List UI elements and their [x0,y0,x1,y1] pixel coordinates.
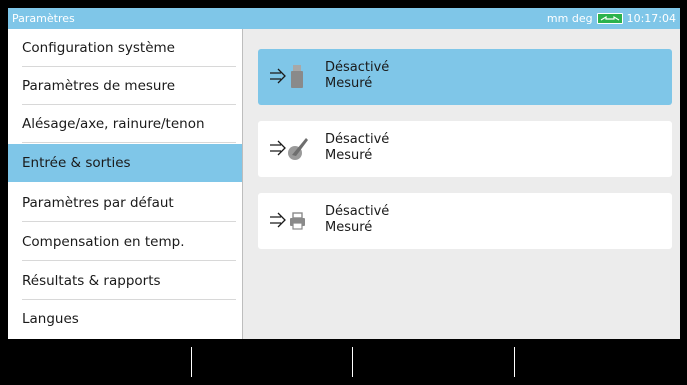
units-indicator: mm deg [546,12,593,25]
softkey-1[interactable] [8,339,191,377]
settings-menu: Configuration système Paramètres de mesu… [8,29,243,339]
card-icons [268,207,316,235]
output-arrow-icon [270,140,286,156]
card-text: Désactivé Mesuré [325,132,389,164]
output-card-printer[interactable]: Désactivé Mesuré [258,193,672,249]
sidebar-item-label: Entrée & sorties [22,155,131,171]
card-text: Désactivé Mesuré [325,60,389,92]
card-subtitle: Mesuré [325,76,373,91]
sidebar-item-label: Alésage/axe, rainure/tenon [22,116,205,132]
sidebar-item-langues[interactable]: Langues [8,300,242,338]
printer-icon [290,212,305,230]
card-icons [268,63,316,91]
output-card-usb[interactable]: Désactivé Mesuré [258,49,672,105]
card-icons [268,135,316,163]
sidebar-item-label: Configuration système [22,40,175,56]
output-arrow-icon [270,68,286,84]
sidebar-item-label: Langues [22,311,79,327]
softkey-4[interactable] [515,339,680,377]
card-status: Désactivé [325,60,390,75]
title-bar: Paramètres mm deg 10:17:04 [8,8,680,29]
usb-drive-icon [291,65,303,88]
output-card-pen[interactable]: Désactivé Mesuré [258,121,672,177]
sidebar-item-parametres-par-defaut[interactable]: Paramètres par défaut [8,184,242,222]
sidebar-item-configuration-systeme[interactable]: Configuration système [8,29,242,67]
softkey-2[interactable] [192,339,352,377]
card-text: Désactivé Mesuré [325,204,389,236]
clock: 10:17:04 [626,12,676,25]
output-arrow-icon [270,212,286,228]
sidebar-item-label: Compensation en temp. [22,234,185,250]
sidebar-item-resultats-rapports[interactable]: Résultats & rapports [8,262,242,300]
sidebar-item-label: Paramètres par défaut [22,195,174,211]
battery-icon [596,13,623,24]
sidebar-item-entree-sorties[interactable]: Entrée & sorties [8,144,242,182]
softkey-3[interactable] [353,339,514,377]
device-screen: Paramètres mm deg 10:17:04 Configuration… [8,8,680,377]
screen-title: Paramètres [12,12,75,25]
softkey-bar [8,339,680,377]
card-status: Désactivé [325,132,390,147]
sidebar-item-label: Résultats & rapports [22,273,161,289]
card-subtitle: Mesuré [325,148,373,163]
sidebar-item-compensation-temp[interactable]: Compensation en temp. [8,223,242,261]
output-panel: Désactivé Mesuré Désactivé Mesuré Désact… [243,29,680,339]
status-area: mm deg 10:17:04 [547,12,676,25]
card-subtitle: Mesuré [325,220,373,235]
quill-pen-icon [288,138,308,160]
sidebar-item-parametres-de-mesure[interactable]: Paramètres de mesure [8,67,242,105]
sidebar-item-label: Paramètres de mesure [22,78,176,94]
card-status: Désactivé [325,204,390,219]
sidebar-item-alesage-axe[interactable]: Alésage/axe, rainure/tenon [8,105,242,143]
